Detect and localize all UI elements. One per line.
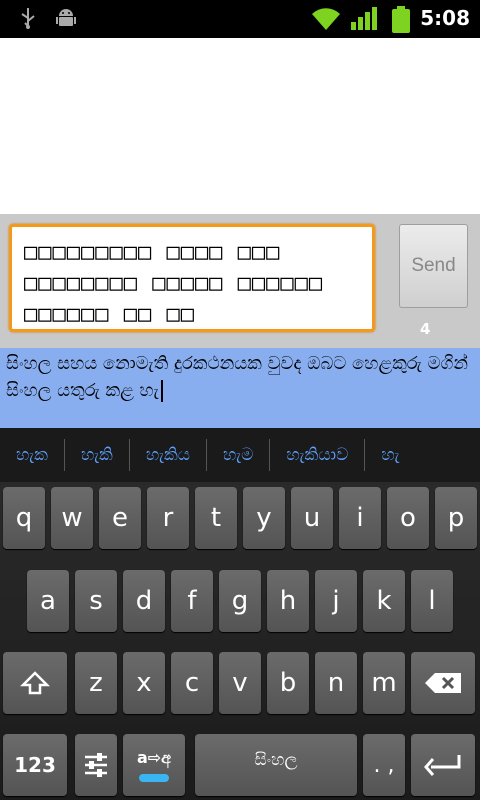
space-key[interactable]: සිංහල [195, 734, 357, 796]
key-j[interactable]: j [315, 570, 357, 632]
key-e[interactable]: e [99, 487, 141, 549]
key-k[interactable]: k [363, 570, 405, 632]
key-h[interactable]: h [267, 570, 309, 632]
numbers-key[interactable]: 123 [3, 734, 67, 796]
key-i[interactable]: i [339, 487, 381, 549]
key-v[interactable]: v [219, 652, 261, 714]
battery-icon [390, 6, 412, 38]
key-q[interactable]: q [3, 487, 45, 549]
suggestion-item[interactable]: හැක [0, 439, 65, 471]
key-u[interactable]: u [291, 487, 333, 549]
key-p[interactable]: p [435, 487, 477, 549]
key-s[interactable]: s [75, 570, 117, 632]
message-input[interactable]: □□□□□□□□□ □□□□ □□□ □□□□□□□□ □□□□□ □□□□□□… [9, 224, 375, 332]
compose-bar: □□□□□□□□□ □□□□ □□□ □□□□□□□□ □□□□□ □□□□□□… [0, 214, 480, 348]
backspace-key[interactable] [411, 652, 475, 714]
key-w[interactable]: w [51, 487, 93, 549]
language-switch-label: a⇨අ [136, 748, 172, 767]
status-clock: 5:08 [420, 6, 470, 30]
enter-key[interactable] [411, 734, 475, 796]
android-debug-icon [54, 6, 78, 34]
composing-text: සිංහල සහය නොමැති දුරකථනයක වුවද ඔබට හෙළකු… [6, 353, 469, 401]
key-b[interactable]: b [267, 652, 309, 714]
suggestion-item[interactable]: හැම [207, 439, 271, 471]
send-button[interactable]: Send [399, 224, 468, 308]
backspace-icon [425, 673, 461, 693]
soft-keyboard: q w e r t y u i o p a s d f g h j k l z … [0, 482, 480, 800]
key-z[interactable]: z [75, 652, 117, 714]
key-m[interactable]: m [363, 652, 405, 714]
char-counter: 4 [420, 320, 431, 338]
settings-key[interactable] [75, 734, 117, 796]
key-c[interactable]: c [171, 652, 213, 714]
shift-key[interactable] [3, 652, 67, 714]
language-switch-key[interactable]: a⇨අ [123, 734, 185, 796]
message-list [0, 38, 480, 214]
key-l[interactable]: l [411, 570, 453, 632]
key-y[interactable]: y [243, 487, 285, 549]
text-cursor [160, 380, 163, 402]
suggestion-strip: හැක හැකි හැකිය හැම හැකියාව හැ [0, 428, 480, 482]
signal-icon [350, 6, 378, 36]
status-bar: 5:08 [0, 0, 480, 38]
suggestion-item[interactable]: හැකි [65, 439, 130, 471]
composing-text-panel: සිංහල සහය නොමැති දුරකථනයක වුවද ඔබට හෙළකු… [0, 348, 480, 428]
language-indicator [139, 774, 169, 782]
punctuation-key[interactable]: . , [363, 734, 405, 796]
key-g[interactable]: g [219, 570, 261, 632]
usb-icon [18, 6, 38, 34]
key-o[interactable]: o [387, 487, 429, 549]
suggestion-item[interactable]: හැ [365, 439, 415, 471]
settings-sliders-icon [85, 753, 107, 777]
suggestion-item[interactable]: හැකියාව [270, 439, 366, 471]
wifi-icon [310, 6, 342, 36]
key-r[interactable]: r [147, 487, 189, 549]
suggestion-item[interactable]: හැකිය [130, 439, 208, 471]
space-label: සිංහල [254, 750, 298, 770]
enter-icon [424, 755, 461, 776]
key-t[interactable]: t [195, 487, 237, 549]
key-f[interactable]: f [171, 570, 213, 632]
shift-icon [20, 671, 50, 695]
key-x[interactable]: x [123, 652, 165, 714]
key-d[interactable]: d [123, 570, 165, 632]
key-a[interactable]: a [27, 570, 69, 632]
key-n[interactable]: n [315, 652, 357, 714]
